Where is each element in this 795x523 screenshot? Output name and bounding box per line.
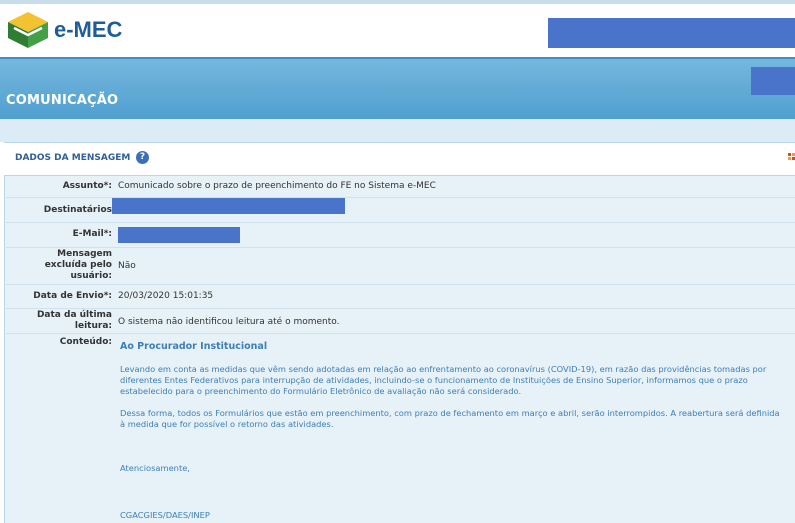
message-closing: Atenciosamente,	[120, 463, 190, 473]
help-icon[interactable]: ?	[136, 151, 149, 164]
row-divider	[4, 333, 795, 334]
message-paragraph-1: Levando em conta as medidas que vêm send…	[120, 364, 795, 397]
message-signature: CGACGIES/DAES/INEP	[120, 510, 210, 520]
message-line: estabelecido para o preenchimento do For…	[120, 386, 522, 396]
last-read-label: Data da última leitura:	[4, 310, 112, 332]
message-paragraph-2: Dessa forma, todos os Formulários que es…	[120, 408, 795, 430]
redacted-email	[118, 227, 240, 243]
band-spacer	[0, 119, 795, 142]
deleted-label: Mensagem excluída pelo usuário:	[4, 249, 112, 282]
title-band	[0, 57, 795, 119]
band-divider	[0, 57, 795, 59]
email-label: E-Mail*:	[72, 229, 112, 239]
send-date-label: Data de Envio*:	[33, 291, 112, 301]
deleted-label-line: excluída pelo	[44, 260, 112, 270]
row-divider	[4, 222, 795, 223]
emec-logo-icon	[8, 12, 48, 48]
row-divider	[4, 308, 795, 309]
deleted-label-line: usuário:	[70, 271, 112, 281]
deleted-label-line: Mensagem	[57, 249, 112, 259]
page-title: COMUNICAÇÃO	[6, 93, 119, 108]
subject-value: Comunicado sobre o prazo de preenchiment…	[118, 181, 436, 191]
message-line: Levando em conta as medidas que vêm send…	[120, 364, 767, 374]
print-icon[interactable]	[788, 153, 795, 162]
redacted-band-button	[751, 67, 795, 95]
message-line: à medida que for possível o retorno das …	[120, 419, 334, 429]
redacted-recipients	[112, 198, 345, 214]
row-divider	[4, 247, 795, 248]
last-read-value: O sistema não identificou leitura até o …	[118, 317, 340, 327]
recipients-label: Destinatários	[43, 205, 112, 215]
row-divider	[4, 284, 795, 285]
content-label: Conteúdo:	[59, 337, 112, 347]
message-title: Ao Procurador Institucional	[120, 341, 268, 352]
last-read-label-line: Data da última	[36, 310, 112, 320]
brand-name[interactable]: e-MEC	[54, 17, 122, 43]
send-date-value: 20/03/2020 15:01:35	[118, 291, 214, 301]
panel-title: DADOS DA MENSAGEM	[15, 153, 131, 163]
message-line: diferentes Entes Federativos para interr…	[120, 375, 748, 385]
subject-label: Assunto*:	[62, 181, 112, 191]
last-read-label-line: leitura:	[74, 321, 112, 331]
message-line: Dessa forma, todos os Formulários que es…	[120, 408, 780, 418]
redacted-user-info	[548, 18, 795, 48]
deleted-value: Não	[118, 261, 136, 271]
